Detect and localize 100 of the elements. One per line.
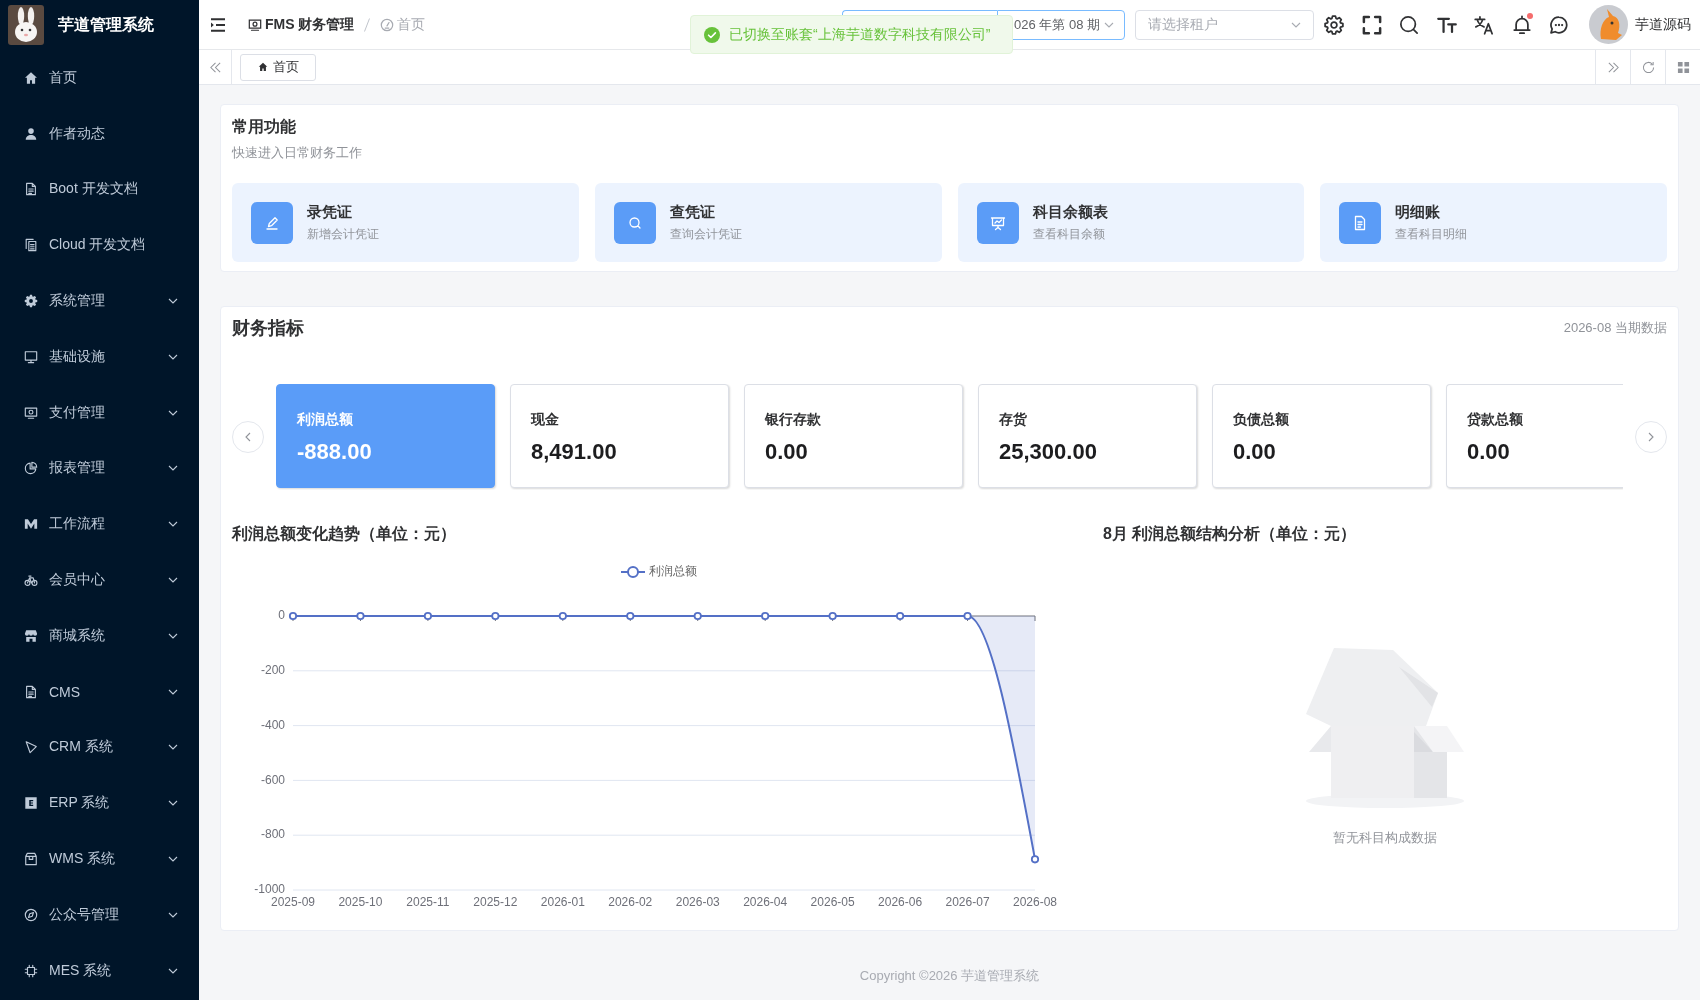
menu-icon[interactable] [210,17,226,32]
x-axis-label: 2026-04 [743,895,788,910]
search-icon [613,201,656,244]
menu-item[interactable]: 系统管理 [0,273,199,329]
metric-card[interactable]: 存货 25,300.00 [978,384,1197,488]
empty-state-text: 暂无科目构成数据 [1333,829,1437,847]
chevron-down-icon [168,577,178,584]
menu-item[interactable]: 商城系统 [0,607,199,664]
x-axis-label: 2025-09 [271,895,315,910]
chevron-down-icon [168,967,178,974]
chat-icon[interactable] [1549,14,1569,35]
user-icon [24,126,38,141]
search-icon[interactable] [1399,14,1419,35]
menu-item[interactable]: 作者动态 [0,105,199,162]
store-icon [24,628,38,643]
menu-item[interactable]: MES 系统 [0,942,199,999]
period-note: 2026-08 当期数据 [1563,319,1667,337]
double-chevron-left-icon [208,60,222,74]
menu-item[interactable]: 报表管理 [0,440,199,497]
quick-action-card[interactable]: 录凭证 新增会计凭证 [232,183,579,262]
home-icon [258,62,268,72]
pen-icon [251,201,293,244]
menu-item[interactable]: 工作流程 [0,496,199,553]
metric-card[interactable]: 负债总额 0.00 [1212,384,1431,488]
metric-label: 现金 [531,410,559,429]
y-axis-label: -600 [260,772,285,787]
check-circle-icon [704,26,720,43]
menu-item[interactable]: Cloud 开发文档 [0,217,199,274]
menu-item[interactable]: 基础设施 [0,329,199,385]
screen-icon [24,405,38,420]
x-axis-label: 2026-06 [878,895,923,910]
menu-item[interactable]: 首页 [0,50,199,106]
metric-value: -888.00 [297,438,372,466]
fullscreen-icon[interactable] [1361,14,1382,35]
breadcrumb-current-page: 首页 [397,15,426,34]
menu-item[interactable]: 支付管理 [0,384,199,441]
metric-label: 负债总额 [1233,410,1289,429]
chevron-down-icon [168,744,178,751]
metric-value: 8,491.00 [531,438,617,466]
gauge-icon [380,17,395,32]
copyright-text: Copyright ©2026 芋道管理系统 [859,968,1040,983]
screen-icon [248,17,262,32]
quick-action-card[interactable]: 科目余额表 查看科目余额 [957,183,1305,262]
x-axis-label: 2025-10 [338,895,383,910]
chevron-down-icon [168,856,178,863]
metric-card[interactable]: 贷款总额 0.00 [1446,384,1623,488]
menu-item[interactable]: CMS [0,663,199,720]
menu-item[interactable]: CRM 系统 [0,719,199,776]
y-axis-label: -200 [260,662,285,677]
chevron-left-icon [245,432,251,442]
menu-item[interactable]: 会员中心 [0,552,199,608]
bicycle-icon [24,573,38,588]
menu-item[interactable]: Boot 开发文档 [0,161,199,218]
y-axis-label: -400 [260,717,285,732]
menu-item[interactable]: WMS 系统 [0,831,199,887]
metric-value: 0.00 [1467,438,1510,466]
chevron-down-icon [168,521,178,528]
gear-icon [24,294,38,309]
action-title: 查凭证 [669,202,715,222]
menu-item[interactable]: 公众号管理 [0,886,199,943]
chevron-down-icon [168,465,178,472]
page-tab[interactable]: 首页 [240,53,316,81]
chevron-down-icon [168,688,178,695]
data-point [288,611,298,621]
double-chevron-right-icon [1606,60,1620,74]
quick-action-card[interactable]: 查凭证 查询会计凭证 [594,183,942,262]
data-point [896,611,905,621]
data-point [828,611,837,621]
app-title: 芋道管理系统 [58,14,154,35]
metric-label: 利润总额 [297,410,353,429]
chevron-down-icon [168,353,178,360]
monitor-icon [24,349,38,364]
translate-icon[interactable] [1474,14,1494,35]
metric-value: 25,300.00 [999,438,1097,466]
quick-action-card[interactable]: 明细账 查看科目明细 [1320,183,1667,262]
breadcrumb-link[interactable]: FMS 财务管理 [265,15,355,34]
x-axis-label: 2025-12 [473,895,518,910]
metric-label: 存货 [999,410,1027,429]
x-axis-label: 2026-02 [608,895,653,910]
legend-marker-icon [620,566,646,578]
legend-label[interactable]: 利润总额 [649,564,697,579]
user-name[interactable]: 芋道源码 [1635,15,1691,34]
data-point [491,611,500,621]
menu-item[interactable]: ERP 系统 [0,775,199,832]
settings-icon[interactable] [1324,14,1344,35]
action-description: 查看科目明细 [1395,226,1468,243]
bell-icon[interactable] [1511,14,1532,35]
chevron-down-icon [168,298,178,305]
metric-card[interactable]: 现金 8,491.00 [510,384,729,488]
action-title: 科目余额表 [1032,202,1108,222]
action-title: 明细账 [1395,202,1441,222]
chevron-down-icon [1104,21,1114,28]
section-subtitle: 快速进入日常财务工作 [232,144,362,162]
toast-text: 已切换至账套“上海芋道数字科技有限公司” [729,25,991,44]
presentation-board-icon [976,201,1019,244]
metric-label: 贷款总额 [1467,410,1523,429]
metric-card[interactable]: 银行存款 0.00 [744,384,963,488]
triangle-icon [24,740,38,755]
metric-label: 银行存款 [765,410,821,429]
data-point [693,611,702,621]
